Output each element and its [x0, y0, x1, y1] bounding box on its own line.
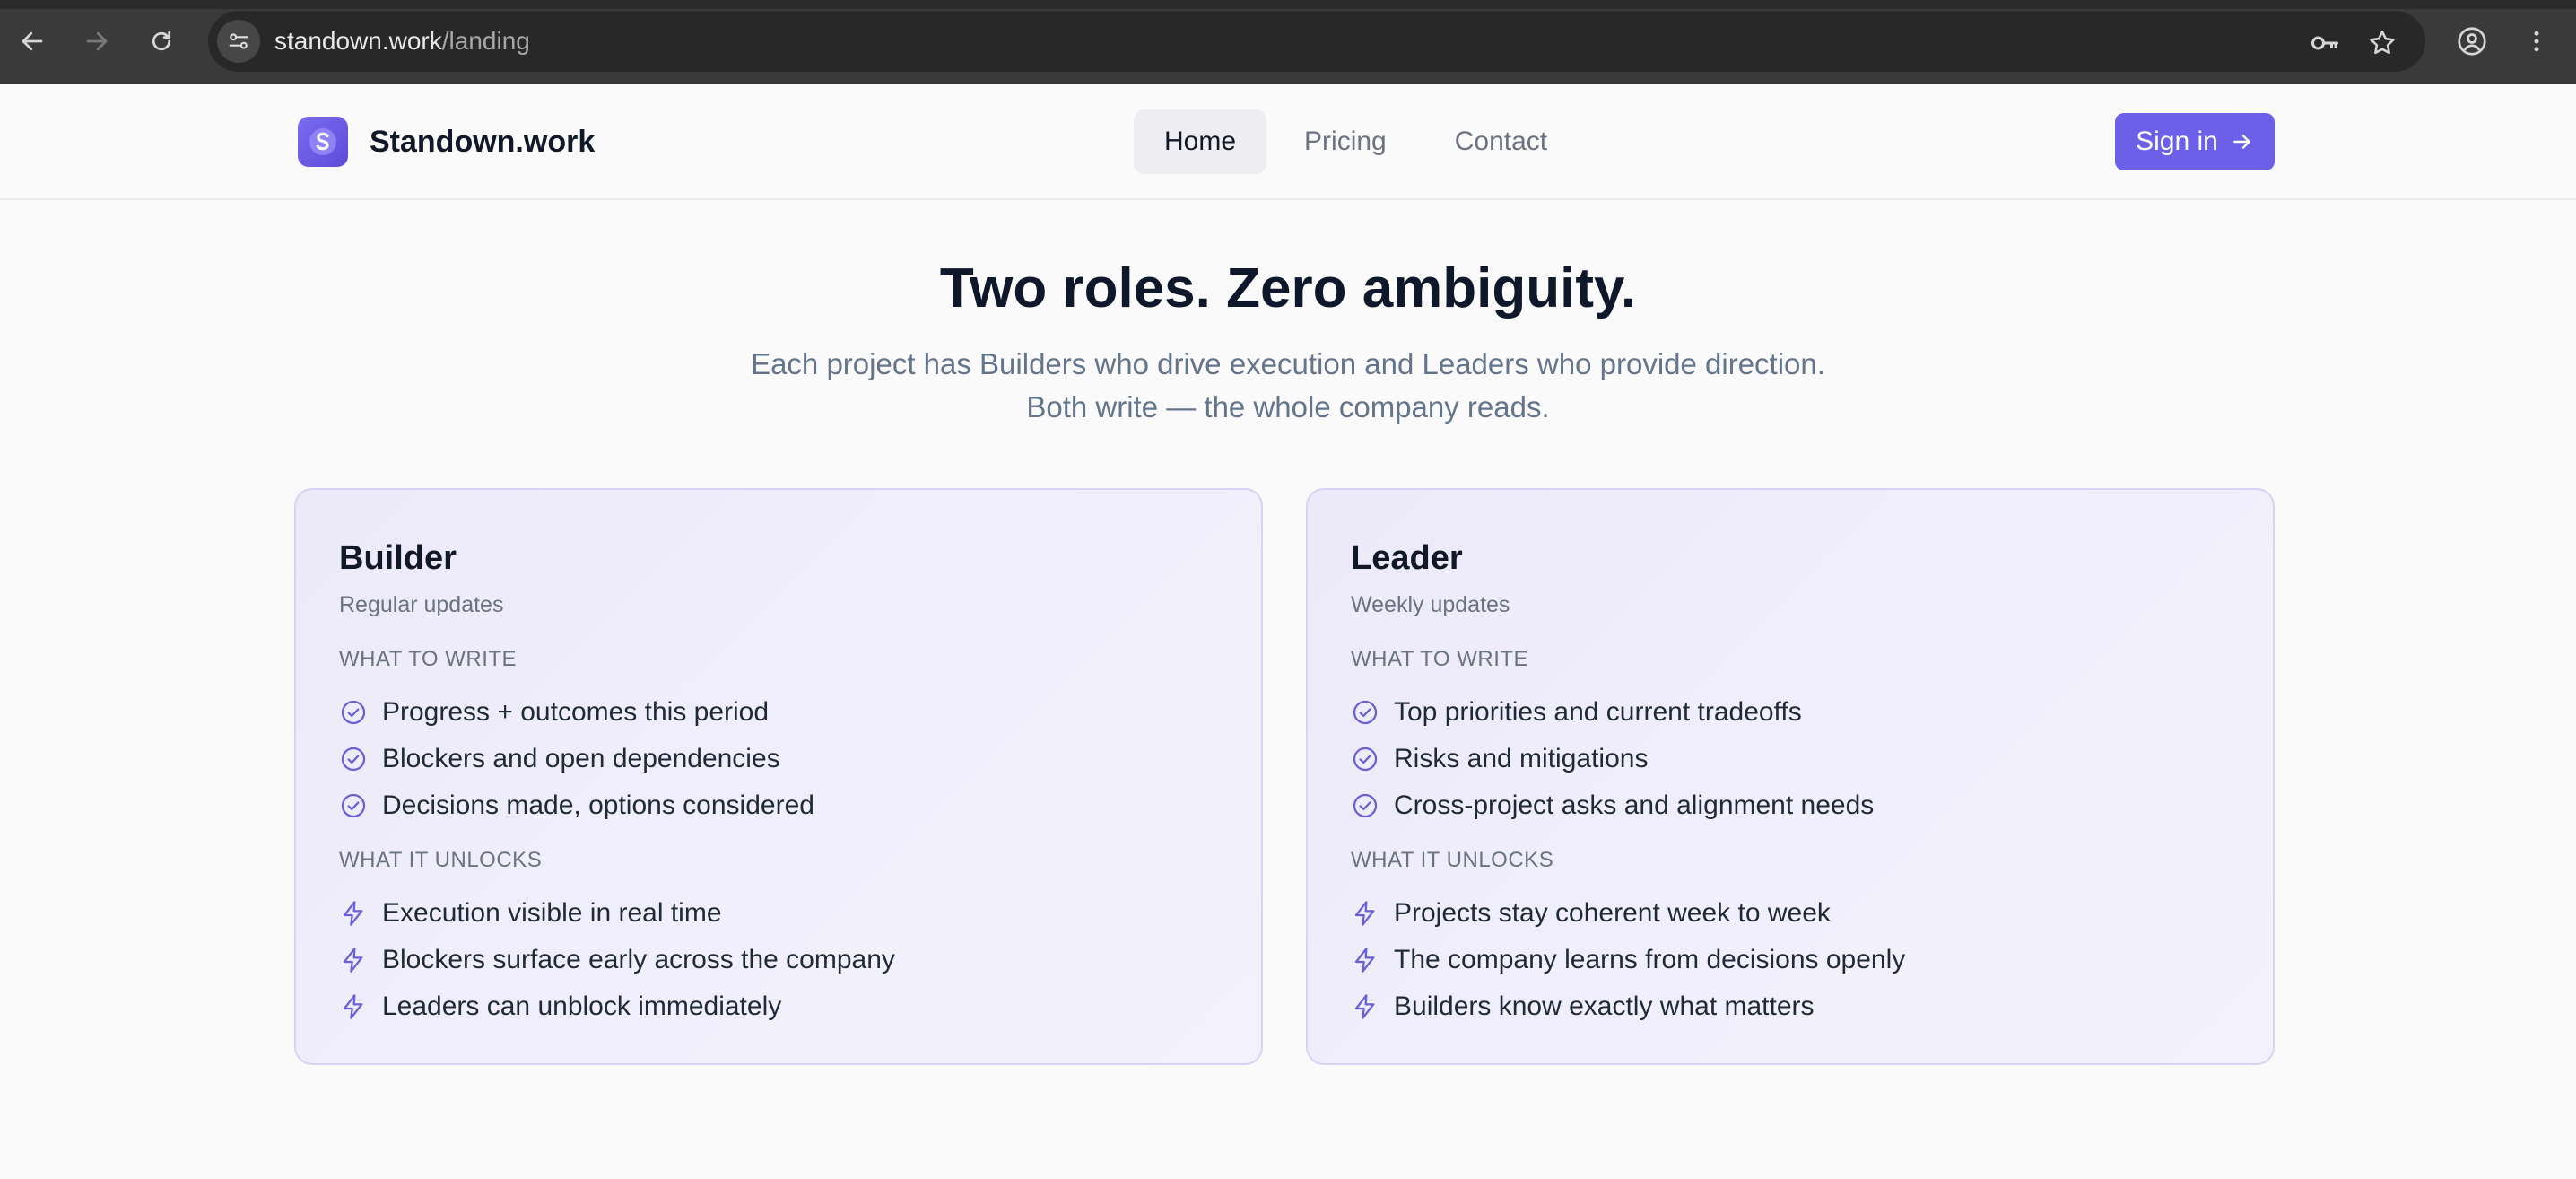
account-circle-icon — [2458, 27, 2486, 56]
check-circle-icon — [339, 698, 368, 727]
brand-logo[interactable] — [298, 117, 348, 167]
list-item: Blockers surface early across the compan… — [339, 937, 895, 983]
list-item: Projects stay coherent week to week — [1351, 890, 1905, 937]
list-item-text: Decisions made, options considered — [382, 790, 814, 820]
builder-card: Builder Regular updates WHAT TO WRITE Pr… — [294, 488, 1263, 1065]
check-circle-icon — [339, 791, 368, 820]
key-icon — [2311, 36, 2338, 50]
list-item-text: Projects stay coherent week to week — [1394, 898, 1831, 928]
leader-card: Leader Weekly updates WHAT TO WRITE Top … — [1306, 488, 2275, 1065]
section-label-unlock: WHAT IT UNLOCKS — [339, 848, 543, 872]
card-title: Builder — [339, 539, 457, 577]
site-header: Standown.work Home Pricing Contact Sign … — [0, 84, 2576, 200]
unlock-list: Projects stay coherent week to week The … — [1351, 890, 1905, 1030]
logo-mark-icon — [309, 128, 336, 155]
hero-subtitle: Each project has Builders who drive exec… — [751, 347, 1825, 424]
list-item: Blockers and open dependencies — [339, 736, 814, 782]
card-title: Leader — [1351, 539, 1463, 577]
list-item: Top priorities and current tradeoffs — [1351, 689, 1874, 736]
password-key-button[interactable] — [2309, 27, 2341, 59]
unlock-list: Execution visible in real time Blockers … — [339, 890, 895, 1030]
list-item-text: Top priorities and current tradeoffs — [1394, 697, 1802, 727]
url-text[interactable]: standown.work/landing — [274, 27, 530, 56]
card-subtitle: Weekly updates — [1351, 592, 1510, 617]
url-path: /landing — [441, 27, 530, 55]
check-circle-icon — [1351, 698, 1379, 727]
list-item-text: Blockers and open dependencies — [382, 744, 780, 773]
card-subtitle: Regular updates — [339, 592, 504, 617]
profile-button[interactable] — [2452, 22, 2492, 61]
nav-pricing[interactable]: Pricing — [1274, 109, 1417, 174]
list-item-text: The company learns from decisions openly — [1394, 945, 1906, 974]
list-item: Risks and mitigations — [1351, 736, 1874, 782]
brand-name[interactable]: Standown.work — [370, 122, 595, 162]
lightning-icon — [1351, 992, 1379, 1021]
list-item: Leaders can unblock immediately — [339, 983, 895, 1030]
check-circle-icon — [1351, 745, 1379, 773]
arrow-right-icon — [2233, 135, 2250, 149]
section-label-write: WHAT TO WRITE — [339, 647, 518, 671]
page: Standown.work Home Pricing Contact Sign … — [0, 84, 2576, 1179]
reload-icon — [152, 31, 171, 51]
forward-button[interactable] — [77, 22, 117, 61]
address-bar[interactable]: standown.work/landing — [208, 11, 2425, 72]
nav-home[interactable]: Home — [1134, 109, 1267, 174]
main-nav: Home Pricing Contact — [1134, 109, 1578, 174]
menu-button[interactable] — [2517, 22, 2556, 61]
list-item-text: Blockers surface early across the compan… — [382, 945, 895, 974]
list-item-text: Cross-project asks and alignment needs — [1394, 790, 1875, 820]
lightning-icon — [1351, 946, 1379, 974]
list-item: Progress + outcomes this period — [339, 689, 814, 736]
list-item-text: Leaders can unblock immediately — [382, 991, 782, 1021]
star-icon — [2370, 30, 2395, 55]
section-label-unlock: WHAT IT UNLOCKS — [1351, 848, 1554, 872]
arrow-right-icon — [86, 31, 108, 51]
arrow-left-icon — [22, 31, 43, 51]
bookmark-button[interactable] — [2366, 27, 2398, 59]
nav-contact[interactable]: Contact — [1424, 109, 1578, 174]
back-button[interactable] — [13, 22, 52, 61]
list-item: Execution visible in real time — [339, 890, 895, 937]
browser-toolbar: standown.work/landing — [0, 0, 2576, 84]
lightning-icon — [339, 946, 368, 974]
lightning-icon — [1351, 899, 1379, 928]
list-item: Decisions made, options considered — [339, 782, 814, 829]
lightning-icon — [339, 992, 368, 1021]
section-label-write: WHAT TO WRITE — [1351, 647, 1529, 671]
lightning-icon — [339, 899, 368, 928]
write-list: Progress + outcomes this period Blockers… — [339, 689, 814, 829]
more-vertical-icon — [2534, 31, 2539, 52]
site-info-button[interactable] — [217, 20, 260, 63]
list-item-text: Execution visible in real time — [382, 898, 722, 928]
url-host: standown.work — [274, 27, 442, 55]
tab-strip-edge — [0, 0, 2576, 9]
reload-button[interactable] — [142, 22, 181, 61]
sign-in-label: Sign in — [2136, 127, 2218, 156]
list-item: Builders know exactly what matters — [1351, 983, 1905, 1030]
list-item-text: Builders know exactly what matters — [1394, 991, 1815, 1021]
write-list: Top priorities and current tradeoffs Ris… — [1351, 689, 1874, 829]
sign-in-button[interactable]: Sign in — [2115, 113, 2275, 170]
tune-icon — [229, 33, 248, 49]
list-item: The company learns from decisions openly — [1351, 937, 1905, 983]
check-circle-icon — [339, 745, 368, 773]
list-item: Cross-project asks and alignment needs — [1351, 782, 1874, 829]
hero-title: Two roles. Zero ambiguity. — [939, 258, 1637, 319]
list-item-text: Risks and mitigations — [1394, 744, 1649, 773]
list-item-text: Progress + outcomes this period — [382, 697, 770, 727]
check-circle-icon — [1351, 791, 1379, 820]
